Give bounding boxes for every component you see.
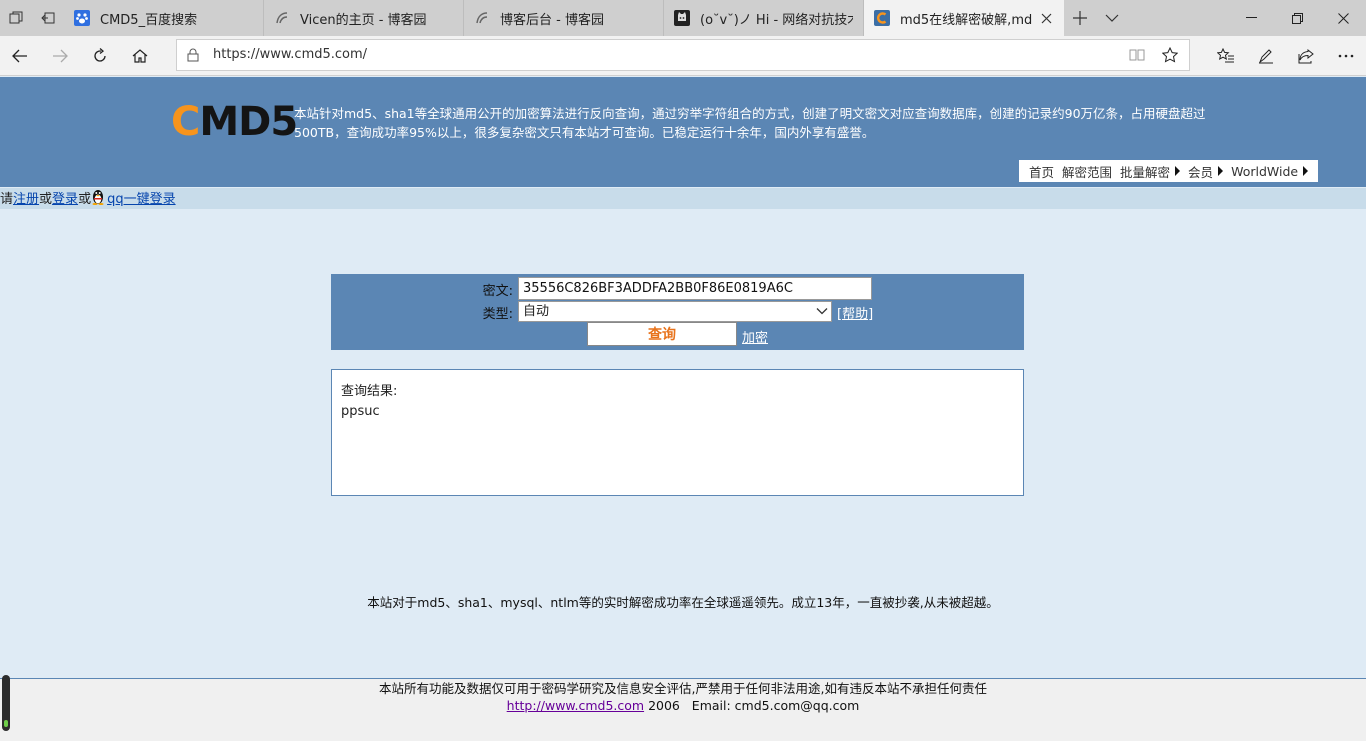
tab-title: CMD5_百度搜索 [100,12,198,28]
cipher-label-text: 密文: [482,284,513,299]
cmd5-logo[interactable]: CMD5 [171,99,298,145]
browser-tab-active[interactable]: md5在线解密破解,md5解 [864,0,1064,36]
logo-letter-c: C [171,99,200,145]
minimize-icon[interactable] [1228,0,1274,36]
reading-view-icon[interactable] [1129,48,1145,66]
address-bar[interactable]: https://www.cmd5.com/ [176,39,1190,71]
type-label: 类型: [453,303,513,322]
lock-icon [187,48,199,66]
browser-tab[interactable]: 博客后台 - 博客园 [464,0,664,36]
menu-batch-decrypt[interactable]: 批量解密 [1120,162,1181,181]
menu-worldwide[interactable]: WorldWide [1231,163,1309,179]
baidu-paw-icon [74,10,90,26]
refresh-icon[interactable] [84,40,116,72]
menu-decrypt-range[interactable]: 解密范围 [1062,162,1112,181]
type-label-text: 类型: [482,307,513,322]
tab-title: 博客后台 - 博客园 [500,12,604,28]
site-intro: 本站针对md5、sha1等全球通用公开的加密算法进行反向查询，通过穷举字符组合的… [294,106,1206,140]
home-icon[interactable] [124,40,156,72]
triangle-right-icon [1303,166,1309,176]
url-text[interactable]: https://www.cmd5.com/ [213,47,367,62]
cat-icon [674,10,690,26]
footer-year: 2006 [648,698,680,713]
tab-title: md5在线解密破解,md5解 [900,12,1032,28]
menu-member[interactable]: 会员 [1188,162,1224,181]
cipher-input[interactable]: 35556C826BF3ADDFA2BB0F86E0819A6C [518,277,872,300]
cnblogs-icon [274,10,290,26]
tab-title: (o˘v˘)ノ Hi - 网络对抗技术- [700,12,853,28]
scrollbar-thumb[interactable] [2,675,10,731]
triangle-right-icon [1218,166,1224,176]
tab-preview-icon[interactable] [0,0,32,36]
site-slogan: 本站对于md5、sha1、mysql、ntlm等的实时解密成功率在全球遥遥领先。… [367,595,999,610]
cnblogs-icon [474,10,490,26]
or-text: 或 [39,192,53,207]
restore-icon[interactable] [1274,0,1320,36]
more-menu-icon[interactable] [1330,40,1362,72]
help-link[interactable]: [帮助] [837,303,873,322]
top-menu: 首页 解密范围 批量解密 会员 WorldWide [1019,160,1319,182]
encrypt-link[interactable]: 加密 [742,327,768,346]
back-arrow-icon[interactable] [4,40,36,72]
tab-title: Vicen的主页 - 博客园 [300,12,427,28]
footer-site-link[interactable]: http://www.cmd5.com [507,698,644,713]
result-label: 查询结果: [341,384,398,399]
browser-tab[interactable]: (o˘v˘)ノ Hi - 网络对抗技术- [664,0,864,36]
menu-label: 会员 [1188,164,1214,180]
scroll-indicator [4,720,8,727]
logo-letters-md5: MD5 [199,99,298,145]
pen-notes-icon[interactable] [1250,40,1282,72]
site-header: CMD5 本站针对md5、sha1等全球通用公开的加密算法进行反向查询，通过穷举… [0,77,1366,187]
footer: 本站所有功能及数据仅可用于密码学研究及信息安全评估,严禁用于任何非法用途,如有违… [0,678,1366,741]
footer-info: http://www.cmd5.com 2006 Email: cmd5.com… [0,697,1366,714]
query-form: 密文: 35556C826BF3ADDFA2BB0F86E0819A6C 类型:… [331,274,1024,350]
type-select[interactable]: 自动 [518,301,832,322]
favorites-list-icon[interactable] [1210,40,1242,72]
chevron-down-icon [815,304,829,323]
type-select-value: 自动 [523,304,550,319]
browser-tab[interactable]: CMD5_百度搜索 [64,0,264,36]
footer-email: Email: cmd5.com@qq.com [691,698,860,713]
forward-arrow-icon[interactable] [44,40,76,72]
cmd5-icon [874,10,890,26]
close-tab-icon[interactable] [1038,13,1054,24]
register-link[interactable]: 注册 [13,192,39,207]
set-aside-tabs-icon[interactable] [32,0,64,36]
tab-list-chevron-icon[interactable] [1096,0,1128,36]
menu-label: 批量解密 [1120,164,1171,180]
login-link[interactable]: 登录 [52,192,78,207]
or-text: 或 [78,192,92,207]
footer-notice: 本站所有功能及数据仅可用于密码学研究及信息安全评估,严禁用于任何非法用途,如有违… [379,681,987,696]
login-strip: 请注册或登录或 qq一键登录 [0,188,1366,209]
triangle-right-icon [1175,166,1181,176]
close-window-icon[interactable] [1320,0,1366,36]
navigation-bar: https://www.cmd5.com/ [0,36,1366,76]
cipher-label: 密文: [453,280,513,299]
query-button[interactable]: 查询 [587,322,737,346]
login-prefix: 请 [0,192,14,207]
share-icon[interactable] [1290,40,1322,72]
qq-penguin-icon [91,188,105,205]
menu-home[interactable]: 首页 [1029,162,1054,181]
menu-label: WorldWide [1231,163,1299,179]
window-controls [1228,0,1366,36]
result-value: ppsuc [341,404,380,419]
browser-tab[interactable]: Vicen的主页 - 博客园 [264,0,464,36]
tab-strip: CMD5_百度搜索 Vicen的主页 - 博客园 博客后台 - 博客园 (o˘v… [0,0,1366,36]
new-tab-icon[interactable] [1064,0,1096,36]
qq-login-link[interactable]: qq一键登录 [107,192,176,207]
favorite-star-icon[interactable] [1161,46,1179,67]
result-box: 查询结果: ppsuc [331,369,1024,496]
